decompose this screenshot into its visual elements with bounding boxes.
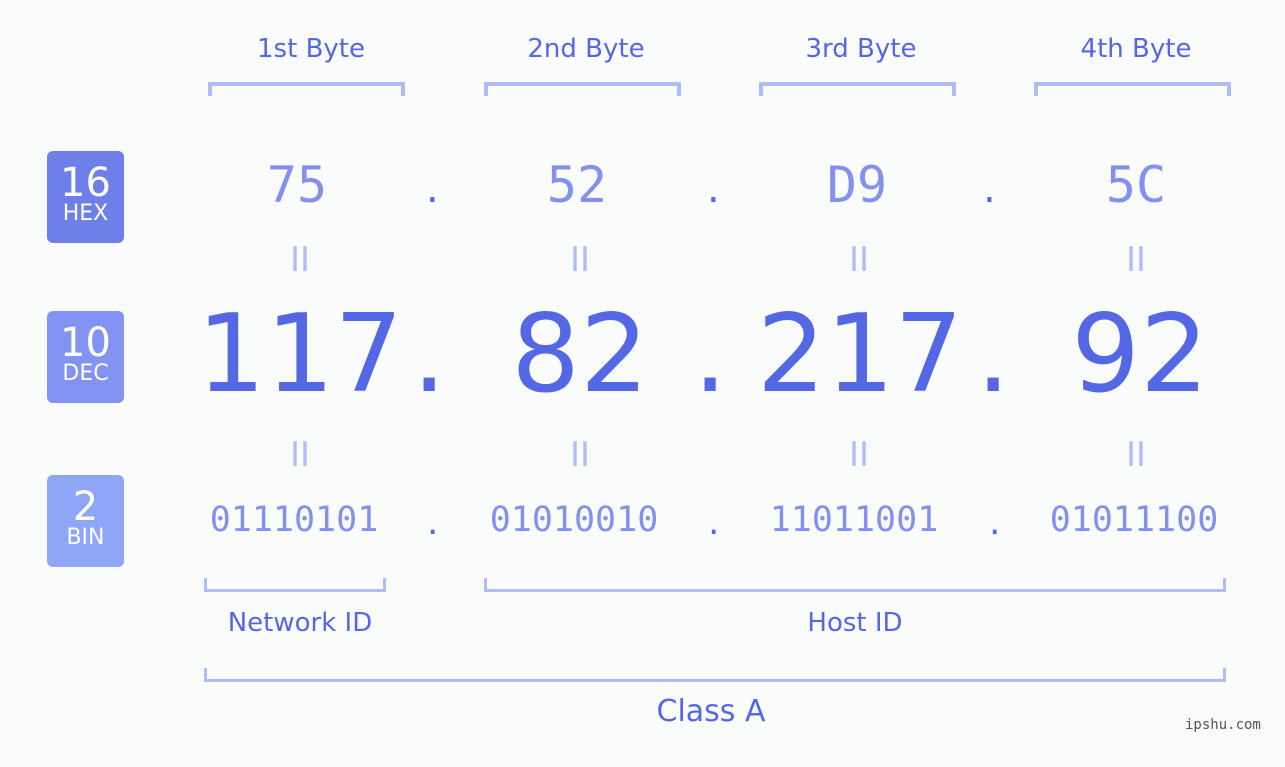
host-id-bracket (484, 578, 1226, 592)
equals-icon: II (1125, 435, 1147, 475)
network-id-label: Network ID (227, 608, 373, 638)
hex-byte-1: 75 (266, 156, 328, 214)
hex-byte-2: 52 (546, 156, 608, 214)
bin-badge-label: BIN (66, 525, 105, 550)
dec-byte-2: 82 (511, 292, 649, 417)
dec-badge-label: DEC (62, 361, 109, 386)
dec-byte-3: 217 (756, 292, 964, 417)
host-id-label: Host ID (807, 608, 903, 638)
equals-icon: II (569, 435, 591, 475)
hex-byte-4: 5C (1105, 156, 1167, 214)
hex-separator-2: . (707, 166, 720, 212)
byte-bracket-1 (208, 82, 405, 96)
hex-byte-3: D9 (826, 156, 888, 214)
byte-label-2: 2nd Byte (527, 34, 645, 64)
equals-icon: II (848, 435, 870, 475)
bin-byte-1: 01110101 (209, 500, 379, 540)
equals-icon: II (289, 240, 311, 280)
hex-badge-base: 16 (60, 160, 111, 206)
equals-icon: II (569, 240, 591, 280)
bin-byte-2: 01010010 (489, 500, 659, 540)
equals-icon: II (289, 435, 311, 475)
dec-byte-1: 117 (196, 292, 404, 417)
dec-byte-4: 92 (1071, 292, 1209, 417)
byte-bracket-4 (1034, 82, 1231, 96)
bin-byte-3: 11011001 (769, 500, 939, 540)
hex-separator-1: . (426, 166, 439, 212)
hex-separator-3: . (983, 166, 996, 212)
equals-icon: II (848, 240, 870, 280)
hex-badge-label: HEX (62, 201, 109, 226)
dec-badge: 10 DEC (47, 311, 124, 403)
bin-separator-3: . (989, 502, 1001, 543)
bin-separator-2: . (708, 502, 720, 543)
byte-bracket-2 (484, 82, 681, 96)
byte-bracket-3 (759, 82, 956, 96)
hex-badge: 16 HEX (47, 151, 124, 243)
watermark: ipshu.com (1185, 717, 1261, 733)
dec-separator-2: . (693, 292, 728, 417)
bin-badge-base: 2 (72, 484, 99, 530)
class-bracket (204, 668, 1226, 682)
bin-separator-1: . (427, 502, 439, 543)
bin-byte-4: 01011100 (1049, 500, 1219, 540)
dec-badge-base: 10 (60, 320, 111, 366)
dec-separator-3: . (976, 292, 1011, 417)
dec-separator-1: . (412, 292, 447, 417)
class-label: Class A (656, 694, 766, 729)
byte-label-3: 3rd Byte (805, 34, 917, 64)
byte-label-4: 4th Byte (1080, 34, 1192, 64)
network-id-bracket (204, 578, 386, 592)
byte-label-1: 1st Byte (257, 34, 365, 64)
equals-icon: II (1125, 240, 1147, 280)
bin-badge: 2 BIN (47, 475, 124, 567)
